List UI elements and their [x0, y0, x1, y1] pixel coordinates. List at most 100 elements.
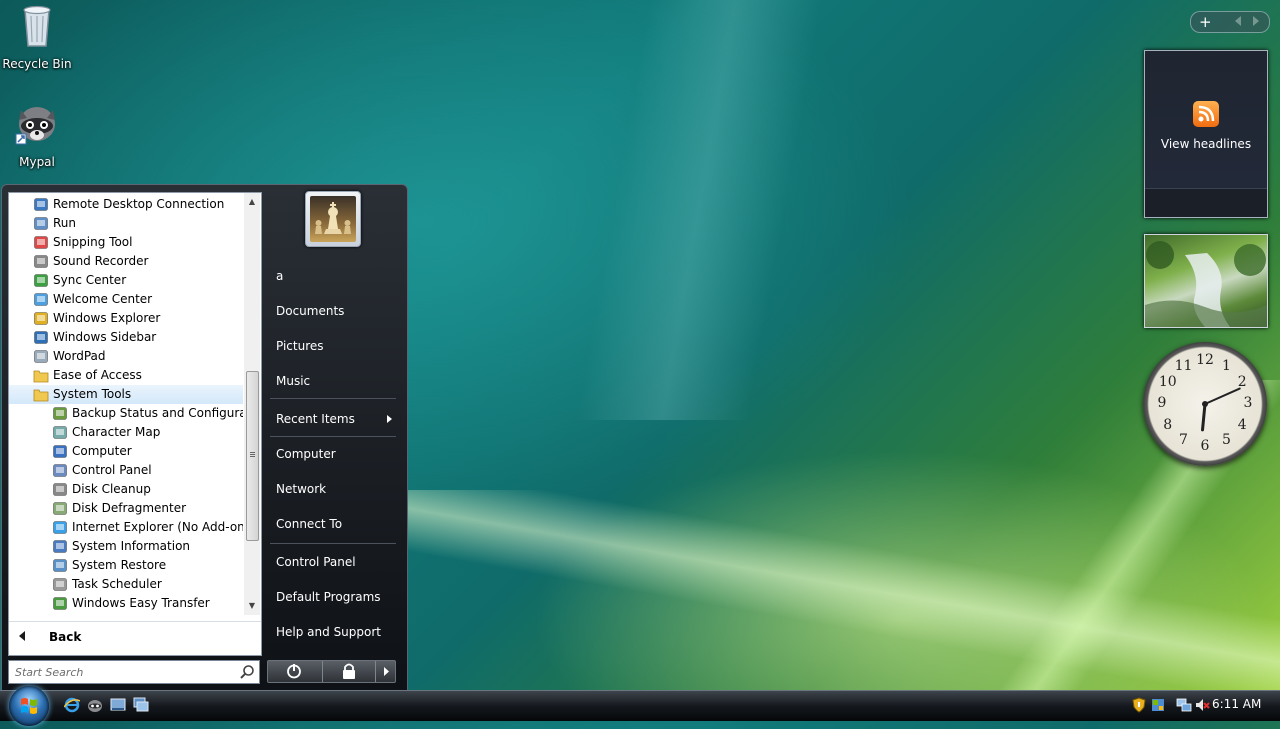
- program-item[interactable]: Windows Sidebar: [9, 328, 243, 347]
- program-item[interactable]: Remote Desktop Connection: [9, 195, 243, 214]
- windows-update-icon[interactable]: [1150, 697, 1166, 713]
- program-item[interactable]: Windows Explorer: [9, 309, 243, 328]
- show-desktop-icon[interactable]: [110, 697, 126, 713]
- desktop-icon-recycle-bin[interactable]: Recycle Bin: [0, 2, 74, 71]
- start-menu-link[interactable]: Default Programs: [268, 583, 400, 611]
- scroll-down-arrow[interactable]: ▼: [247, 601, 257, 611]
- program-item[interactable]: Ease of Access: [9, 366, 243, 385]
- desktop-icon-mypal[interactable]: Mypal: [0, 100, 74, 169]
- program-item[interactable]: Welcome Center: [9, 290, 243, 309]
- submenu-arrow-icon: [387, 415, 392, 423]
- next-page-icon[interactable]: [1253, 16, 1259, 26]
- program-item[interactable]: Disk Defragmenter: [9, 499, 243, 518]
- start-search-input[interactable]: [13, 663, 239, 681]
- volume-muted-icon[interactable]: [1194, 697, 1210, 713]
- start-menu-link[interactable]: Music: [268, 367, 400, 395]
- program-label: Computer: [72, 444, 132, 458]
- programs-scrollbar[interactable]: ▲ ▼: [244, 193, 260, 615]
- menu-separator: [270, 398, 396, 399]
- wallpaper-light-beam: [420, 0, 920, 420]
- start-menu-link-label: Default Programs: [276, 590, 381, 604]
- user-picture[interactable]: [305, 191, 361, 247]
- switch-windows-icon[interactable]: [133, 697, 149, 713]
- power-icon: [287, 664, 301, 679]
- program-label: System Tools: [53, 387, 132, 401]
- programs-list: Remote Desktop Connection Run Snipping Too…: [9, 193, 243, 617]
- shutdown-options-button[interactable]: [375, 661, 396, 682]
- mypal-raccoon-icon[interactable]: [87, 697, 103, 713]
- start-menu-link[interactable]: Documents: [268, 297, 400, 325]
- program-icon: [52, 425, 68, 440]
- program-icon: [33, 273, 49, 288]
- program-item[interactable]: System Information: [9, 537, 243, 556]
- menu-separator: [270, 543, 396, 544]
- program-item[interactable]: Task Scheduler: [9, 575, 243, 594]
- program-item[interactable]: Disk Cleanup: [9, 480, 243, 499]
- clock-gadget[interactable]: 12 1 2 3 4 5 6 7 8 9 10 11: [1143, 342, 1267, 466]
- program-icon: [52, 444, 68, 459]
- program-item[interactable]: Computer: [9, 442, 243, 461]
- feed-headlines-gadget[interactable]: View headlines: [1144, 50, 1268, 218]
- feed-gadget-footer: [1145, 188, 1267, 217]
- program-label: Internet Explorer (No Add-ons): [72, 520, 243, 534]
- program-item[interactable]: Run: [9, 214, 243, 233]
- scroll-thumb[interactable]: [246, 371, 259, 541]
- program-label: Task Scheduler: [72, 577, 162, 591]
- program-icon: [52, 596, 68, 611]
- start-menu-link[interactable]: Computer: [268, 440, 400, 468]
- user-name-link[interactable]: a: [268, 262, 400, 290]
- back-button[interactable]: Back: [9, 621, 261, 656]
- program-item[interactable]: Internet Explorer (No Add-ons): [9, 518, 243, 537]
- clock-time[interactable]: 6:11 AM: [1212, 697, 1261, 711]
- program-label: Sound Recorder: [53, 254, 149, 268]
- program-label: Backup Status and Configuration: [72, 406, 243, 420]
- start-menu-link[interactable]: Control Panel: [268, 548, 400, 576]
- arrow-right-icon: [384, 667, 389, 676]
- chess-picture: [310, 196, 356, 242]
- program-label: Windows Sidebar: [53, 330, 157, 344]
- add-gadget-button[interactable]: +: [1199, 12, 1215, 32]
- security-shield-icon[interactable]: [1131, 697, 1147, 713]
- program-item[interactable]: Snipping Tool: [9, 233, 243, 252]
- waterfall-photo: [1145, 241, 1267, 327]
- program-item[interactable]: System Restore: [9, 556, 243, 575]
- program-label: WordPad: [53, 349, 106, 363]
- program-item[interactable]: Windows Easy Transfer: [9, 594, 243, 613]
- program-icon: [33, 235, 49, 250]
- program-label: System Restore: [72, 558, 167, 572]
- start-button[interactable]: [9, 686, 49, 726]
- program-label: Disk Cleanup: [72, 482, 151, 496]
- recycle-bin-icon: [23, 5, 51, 47]
- start-menu-link-label: Pictures: [276, 339, 324, 353]
- view-headlines-link[interactable]: View headlines: [1145, 137, 1267, 151]
- start-menu-link[interactable]: Pictures: [268, 332, 400, 360]
- program-label: Ease of Access: [53, 368, 142, 382]
- back-label: Back: [49, 630, 82, 644]
- program-item[interactable]: Control Panel: [9, 461, 243, 480]
- lock-button[interactable]: [322, 661, 375, 682]
- slideshow-gadget[interactable]: [1144, 234, 1268, 328]
- scroll-up-arrow[interactable]: ▲: [247, 197, 257, 207]
- start-menu-link[interactable]: Network: [268, 475, 400, 503]
- back-arrow-icon: [19, 631, 25, 641]
- internet-explorer-icon[interactable]: [64, 697, 80, 713]
- program-label: Windows Easy Transfer: [72, 596, 210, 610]
- program-icon: [52, 482, 68, 497]
- power-button[interactable]: [268, 661, 320, 682]
- start-menu-link[interactable]: Connect To: [268, 510, 400, 538]
- program-item[interactable]: Sync Center: [9, 271, 243, 290]
- program-item[interactable]: Backup Status and Configuration: [9, 404, 243, 423]
- program-item[interactable]: Character Map: [9, 423, 243, 442]
- program-item[interactable]: System Tools: [9, 385, 243, 404]
- program-label: Welcome Center: [53, 292, 153, 306]
- program-item[interactable]: Sound Recorder: [9, 252, 243, 271]
- start-menu-link[interactable]: Recent Items: [268, 405, 400, 433]
- program-icon: [33, 197, 49, 212]
- network-icon[interactable]: [1176, 697, 1192, 713]
- program-item[interactable]: WordPad: [9, 347, 243, 366]
- start-search-box[interactable]: [8, 660, 260, 684]
- previous-page-icon[interactable]: [1235, 16, 1241, 26]
- start-menu-link[interactable]: Help and Support: [268, 618, 400, 646]
- start-menu-link-label: Network: [276, 482, 327, 496]
- search-icon[interactable]: [239, 664, 255, 680]
